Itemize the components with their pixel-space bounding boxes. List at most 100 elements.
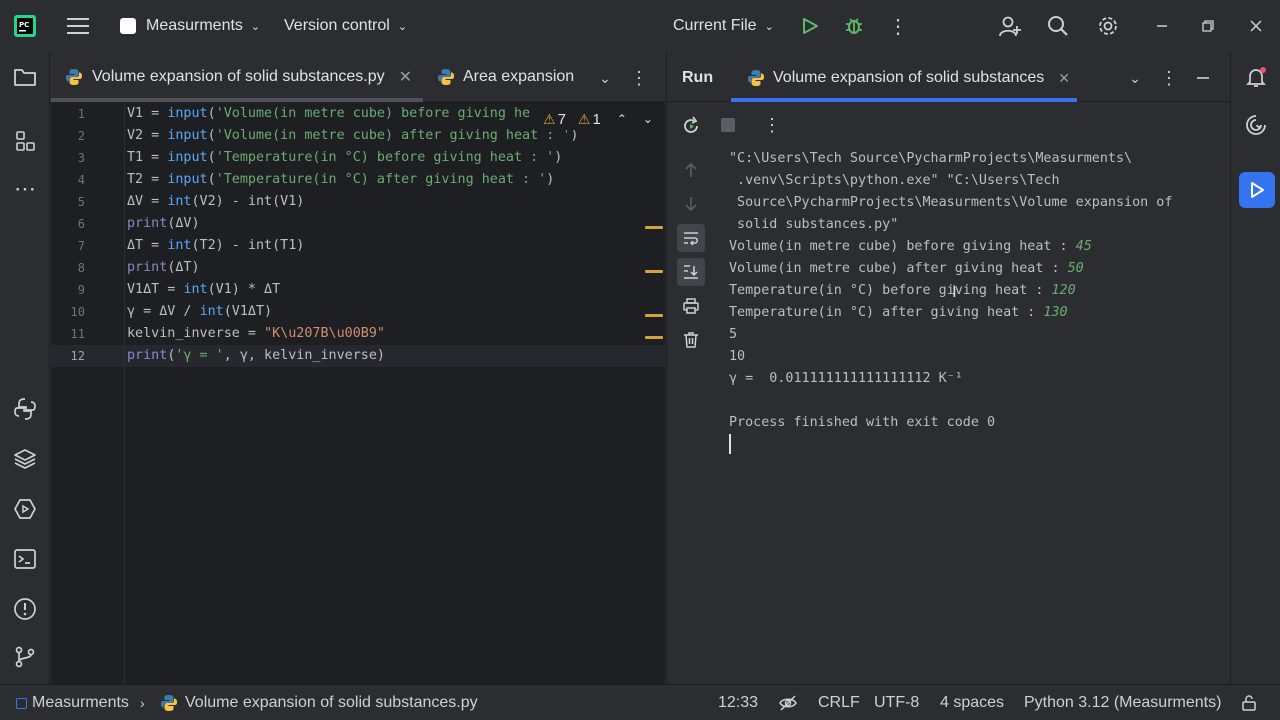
services-icon[interactable] [10,494,40,524]
print-icon[interactable] [677,292,705,320]
code-token: V2 = [127,128,168,143]
console-user-input: 130 [1043,305,1068,320]
console-more-icon[interactable]: ⋮ [758,111,786,139]
next-highlight-icon[interactable]: ⌄ [643,112,653,126]
caret-position[interactable]: 12:33 [718,685,758,720]
notifications-bell-icon[interactable] [1241,62,1271,92]
project-widget[interactable]: Measurments ⌄ [120,0,260,52]
scroll-up-icon[interactable] [677,156,705,184]
left-tool-strip: ⋯ [0,52,50,684]
run-config-selector[interactable]: Current File ⌄ [673,0,774,52]
clear-all-trash-icon[interactable] [677,326,705,354]
line-number: 9 [77,283,85,297]
run-more-icon[interactable]: ⋮ [1155,64,1183,92]
add-user-icon[interactable] [996,12,1024,40]
terminal-icon[interactable] [10,544,40,574]
code-editor[interactable]: 1 2 3 4 5 6 7 8 9 10 11 12 V1 = input('Volume(in me… [51,102,665,684]
line-number: 12 [70,349,85,363]
hide-panel-icon[interactable] [1189,64,1217,92]
search-icon[interactable] [1044,12,1072,40]
main-menu-icon[interactable] [64,12,92,40]
breadcrumb-project[interactable]: Measurments [16,685,129,720]
run-options-chevron-icon[interactable]: ⌄ [1121,64,1149,92]
inspection-widget[interactable]: ⚠ 7 ⚠ 1 ⌃ ⌄ [539,108,653,130]
console-line: "C:\Users\Tech Source\PycharmProjects\Me… [729,148,1132,170]
tab-area-expansion[interactable]: Area expansion [437,52,577,102]
readonly-lock-icon[interactable] [1240,685,1258,720]
close-tab-icon[interactable]: ✕ [1058,70,1070,87]
restore-icon[interactable] [1194,12,1222,40]
code-token: input [167,150,208,165]
code-line: γ = ΔV / int(V1ΔT) [127,301,272,323]
ai-assistant-icon[interactable] [1241,110,1271,140]
line-number: 1 [77,107,85,121]
structure-icon[interactable] [10,126,40,156]
tab-more-icon[interactable]: ⋮ [625,64,653,92]
indent-setting[interactable]: 4 spaces [940,685,1004,720]
mouse-text-cursor: I [952,282,957,301]
console-text: 5 [729,327,738,342]
console-text: Source\PycharmProjects\Measurments\Volum… [729,195,1173,210]
stop-icon[interactable] [714,111,742,139]
code-token: int [167,238,192,253]
git-branch-icon[interactable] [10,642,40,672]
scroll-to-end-icon[interactable] [677,258,705,286]
code-token: "K\u207B\u00B9" [264,326,385,341]
code-token: (ΔV) [167,216,200,231]
line-number: 3 [77,151,85,165]
line-separator[interactable]: CRLF [818,685,860,720]
run-panel-toggle-icon[interactable] [1239,172,1275,208]
vcs-widget[interactable]: Version control ⌄ [284,0,407,52]
code-token: (V1ΔT) [223,304,273,319]
breadcrumb-file[interactable]: Volume expansion of solid substances.py [160,685,478,720]
warning-stripe[interactable] [645,336,663,339]
minimize-icon[interactable] [1148,12,1176,40]
run-tab[interactable]: Volume expansion of solid substances ✕ [747,52,1070,104]
project-icon [120,18,136,34]
warning-stripe[interactable] [645,270,663,273]
pycharm-logo-icon[interactable]: PC [11,12,39,40]
python-packages-icon[interactable] [10,394,40,424]
console-line: Process finished with exit code 0 [729,412,995,434]
run-icon[interactable] [796,12,824,40]
line-number: 8 [77,261,85,275]
chevron-down-icon: ⌄ [764,20,774,33]
tab-list-chevron-icon[interactable]: ⌄ [591,64,619,92]
project-folder-icon[interactable] [10,62,40,92]
code-token: ) [546,172,555,187]
warning-stripe[interactable] [645,226,663,229]
close-tab-icon[interactable]: ✕ [399,67,412,87]
close-window-icon[interactable] [1242,12,1270,40]
debug-icon[interactable] [840,12,868,40]
console-text: Process finished with exit code 0 [729,415,996,430]
line-number: 5 [77,195,85,209]
more-actions-icon[interactable]: ⋮ [884,12,912,40]
code-token: int(V1) [247,194,305,209]
python-file-icon [437,68,455,86]
inspection-off-eye-icon[interactable] [778,685,798,720]
python-interpreter[interactable]: Python 3.12 (Measurments) [1024,685,1221,720]
weak-warning-count: 1 [592,110,601,128]
code-line: print(ΔT) [127,257,200,279]
run-config-label: Current File [673,17,757,34]
code-token: int [199,304,224,319]
rerun-icon[interactable] [677,112,705,140]
warning-stripe[interactable] [645,314,663,317]
console-text: solid substances.py" [729,217,899,232]
code-token: V1ΔT = [127,282,184,297]
more-tools-icon[interactable]: ⋯ [10,174,40,204]
prev-highlight-icon[interactable]: ⌃ [617,112,627,126]
code-token: 'Temperature(in °C) after giving heat : … [215,172,547,187]
code-token: input [167,172,208,187]
code-token: γ = ΔV / [127,304,200,319]
layers-icon[interactable] [10,444,40,474]
file-encoding[interactable]: UTF-8 [874,685,919,720]
soft-wrap-icon[interactable] [677,224,705,252]
problems-icon[interactable] [10,594,40,624]
run-tool-window-header: Run Volume expansion of solid substances… [666,52,1230,102]
settings-gear-icon[interactable] [1094,12,1122,40]
tab-volume-expansion[interactable]: Volume expansion of solid substances.py … [65,52,423,102]
scroll-down-icon[interactable] [677,190,705,218]
right-tool-strip [1230,52,1280,684]
run-console-output[interactable]: "C:\Users\Tech Source\PycharmProjects\Me… [714,148,1230,684]
